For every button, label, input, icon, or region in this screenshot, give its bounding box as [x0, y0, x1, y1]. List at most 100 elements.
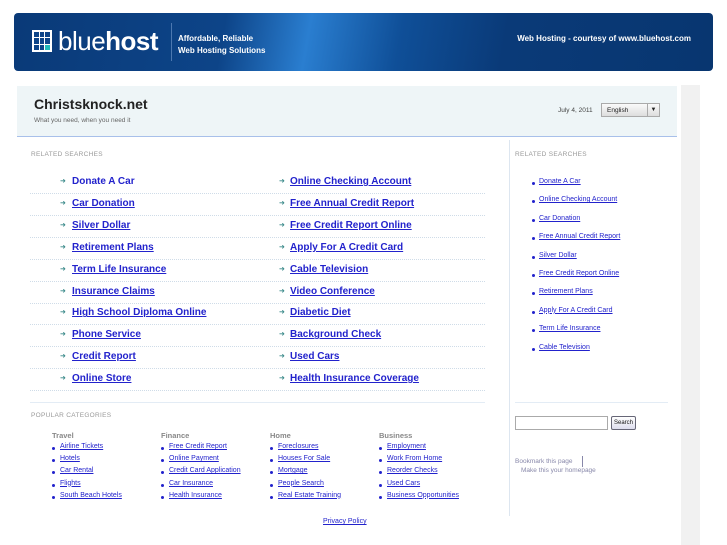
arrow-icon: ➜	[279, 331, 285, 339]
site-header: Christsknock.net What you need, when you…	[17, 86, 677, 137]
arrow-icon: ➜	[60, 178, 66, 185]
related-link[interactable]: Background Check	[290, 329, 381, 340]
category-title: Finance	[161, 431, 190, 440]
sidebar-link[interactable]: Online Checking Account	[539, 196, 617, 203]
related-searches-label: RELATED SEARCHES	[31, 151, 103, 158]
category-link[interactable]: Car Insurance	[169, 480, 213, 487]
category-link[interactable]: Car Rental	[60, 467, 93, 474]
bullet-icon	[161, 483, 164, 487]
arrow-icon: ➜	[60, 287, 66, 295]
related-link[interactable]: High School Diploma Online	[72, 307, 206, 318]
related-link[interactable]: Online Checking Account	[290, 176, 411, 187]
bullet-icon	[379, 459, 382, 463]
bookmark-link[interactable]: Bookmark this page	[515, 458, 572, 465]
arrow-icon: ➜	[60, 199, 66, 207]
related-link[interactable]: Diabetic Diet	[290, 307, 351, 318]
category-link[interactable]: Houses For Sale	[278, 455, 330, 462]
related-link[interactable]: Donate A Car	[72, 176, 135, 187]
popular-categories-label: POPULAR CATEGORIES	[31, 412, 112, 419]
bullet-icon	[379, 447, 382, 450]
bullet-icon	[52, 459, 55, 463]
search-input[interactable]	[515, 416, 608, 430]
arrow-icon: ➜	[279, 353, 285, 361]
arrow-icon: ➜	[279, 375, 285, 383]
arrow-icon: ➜	[279, 243, 285, 251]
banner-tagline: Affordable, Reliable Web Hosting Solution…	[178, 33, 265, 57]
category-link[interactable]: Business Opportunities	[387, 492, 459, 499]
arrow-icon: ➜	[279, 265, 285, 273]
bullet-icon	[532, 200, 535, 204]
related-link[interactable]: Silver Dollar	[72, 220, 130, 231]
related-link[interactable]: Credit Report	[72, 351, 136, 362]
related-link[interactable]: Online Store	[72, 373, 131, 384]
category-link[interactable]: Credit Card Application	[169, 467, 241, 474]
related-link[interactable]: Health Insurance Coverage	[290, 373, 419, 384]
related-link[interactable]: Car Donation	[72, 198, 135, 209]
arrow-icon: ➜	[279, 221, 285, 229]
category-link[interactable]: Reorder Checks	[387, 467, 438, 474]
category-link[interactable]: South Beach Hotels	[60, 492, 122, 499]
sidebar-link[interactable]: Free Annual Credit Report	[539, 233, 620, 240]
arrow-icon: ➜	[279, 199, 285, 207]
banner-courtesy: Web Hosting - courtesy of www.bluehost.c…	[517, 34, 691, 43]
category-link[interactable]: People Search	[278, 480, 324, 487]
sidebar-link[interactable]: Free Credit Report Online	[539, 270, 619, 277]
category-link[interactable]: Flights	[60, 480, 81, 487]
related-link[interactable]: Used Cars	[290, 351, 339, 362]
sidebar-link[interactable]: Retirement Plans	[539, 288, 593, 295]
category-link[interactable]: Used Cars	[387, 480, 420, 487]
scrollbar[interactable]	[681, 85, 700, 545]
category-link[interactable]: Free Credit Report	[169, 443, 227, 450]
bullet-icon	[270, 447, 273, 450]
column-divider	[509, 140, 510, 516]
sidebar-link[interactable]: Donate A Car	[539, 178, 581, 185]
arrow-icon: ➜	[279, 178, 285, 185]
category-link[interactable]: Employment	[387, 443, 426, 450]
category-link[interactable]: Hotels	[60, 455, 80, 462]
related-link[interactable]: Apply For A Credit Card	[290, 242, 403, 253]
bullet-icon	[532, 292, 535, 296]
category-link[interactable]: Online Payment	[169, 455, 219, 462]
arrow-icon: ➜	[60, 243, 66, 251]
tagline-line-2: Web Hosting Solutions	[178, 46, 266, 55]
related-link[interactable]: Term Life Insurance	[72, 264, 166, 275]
bullet-icon	[52, 495, 55, 499]
related-link[interactable]: Cable Television	[290, 264, 368, 275]
chevron-down-icon: ▼	[647, 104, 659, 116]
arrow-icon: ➜	[60, 331, 66, 339]
category-link[interactable]: Health Insurance	[169, 492, 222, 499]
bullet-icon	[532, 310, 535, 314]
related-link[interactable]: Insurance Claims	[72, 286, 155, 297]
related-link[interactable]: Phone Service	[72, 329, 141, 340]
arrow-icon: ➜	[279, 309, 285, 317]
arrow-icon: ➜	[60, 353, 66, 361]
privacy-policy-link[interactable]: Privacy Policy	[323, 518, 367, 525]
category-link[interactable]: Mortgage	[278, 467, 308, 474]
related-link[interactable]: Free Annual Credit Report	[290, 198, 414, 209]
sidebar-link[interactable]: Apply For A Credit Card	[539, 307, 613, 314]
category-link[interactable]: Work From Home	[387, 455, 442, 462]
category-title: Business	[379, 431, 413, 440]
sidebar-link[interactable]: Car Donation	[539, 215, 580, 222]
category-link[interactable]: Airline Tickets	[60, 443, 103, 450]
search-button[interactable]: Search	[611, 416, 636, 430]
tagline-line-1: Affordable, Reliable	[178, 34, 254, 43]
related-link[interactable]: Free Credit Report Online	[290, 220, 412, 231]
sidebar-link[interactable]: Cable Television	[539, 344, 590, 351]
bullet-icon	[532, 255, 535, 259]
bullet-icon	[161, 471, 164, 475]
bullet-icon	[161, 459, 164, 463]
sidebar-link[interactable]: Term Life Insurance	[539, 325, 600, 332]
sidebar-link[interactable]: Silver Dollar	[539, 252, 577, 259]
related-link[interactable]: Retirement Plans	[72, 242, 154, 253]
bluehost-banner[interactable]: bluehost Affordable, Reliable Web Hosting…	[14, 13, 713, 71]
bluehost-logo: bluehost	[32, 28, 159, 54]
homepage-link[interactable]: Make this your homepage	[521, 467, 596, 474]
bullet-icon	[532, 218, 535, 222]
bullet-icon	[52, 447, 55, 450]
category-link[interactable]: Foreclosures	[278, 443, 318, 450]
related-link[interactable]: Video Conference	[290, 286, 375, 297]
language-select[interactable]: English ▼	[601, 103, 660, 117]
banner-divider	[171, 23, 172, 61]
category-link[interactable]: Real Estate Training	[278, 492, 341, 499]
